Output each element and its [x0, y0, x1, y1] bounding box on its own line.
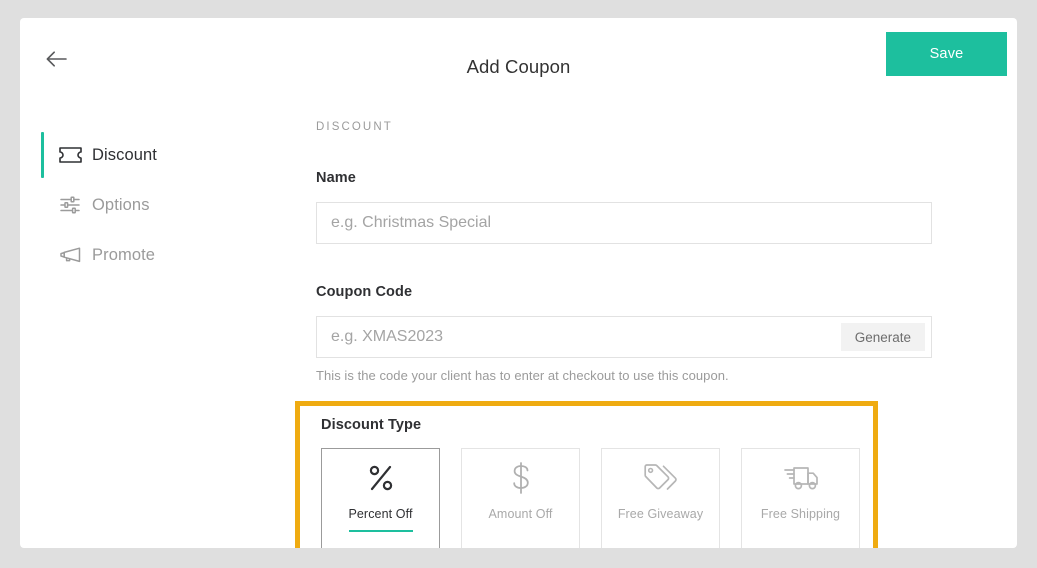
name-field-group: Name	[316, 170, 932, 244]
sidebar-item-discount[interactable]: Discount	[20, 130, 270, 180]
discount-type-label: Discount Type	[321, 417, 422, 433]
coupon-code-input-wrapper: Generate	[316, 316, 932, 358]
discount-type-free-shipping[interactable]: Free Shipping	[741, 448, 860, 548]
discount-type-amount-off[interactable]: Amount Off	[461, 448, 580, 548]
sidebar-item-options[interactable]: Options	[20, 180, 270, 230]
ticket-icon	[58, 143, 82, 167]
active-indicator	[41, 132, 44, 178]
sidebar-nav: Discount Options Promote	[20, 130, 270, 280]
megaphone-icon	[58, 243, 82, 267]
discount-type-options: Percent Off Amount Off Free Giveaway Fre…	[321, 448, 861, 548]
discount-type-free-giveaway[interactable]: Free Giveaway	[601, 448, 720, 548]
name-input[interactable]	[316, 202, 932, 244]
discount-type-option-label: Free Giveaway	[617, 507, 704, 521]
tags-icon	[642, 449, 680, 507]
discount-type-option-label: Amount Off	[488, 507, 553, 521]
discount-type-section: Discount Type Percent Off Amount Off Fre…	[321, 417, 861, 548]
discount-type-highlight: Discount Type Percent Off Amount Off Fre…	[295, 401, 878, 548]
name-label: Name	[316, 170, 356, 186]
coupon-editor-card: Add Coupon Save Discount Options Promote…	[20, 18, 1017, 548]
dollar-icon	[505, 449, 537, 507]
sliders-icon	[58, 193, 82, 217]
percent-icon	[365, 449, 397, 507]
discount-type-option-label: Free Shipping	[760, 507, 841, 521]
sidebar-item-promote[interactable]: Promote	[20, 230, 270, 280]
header-bar: Add Coupon Save	[20, 18, 1017, 88]
save-button[interactable]: Save	[886, 32, 1007, 76]
sidebar-item-label: Promote	[92, 245, 156, 264]
page-title: Add Coupon	[466, 56, 571, 77]
selected-underline	[348, 530, 413, 532]
discount-type-percent-off[interactable]: Percent Off	[321, 448, 440, 548]
coupon-code-help-text: This is the code your client has to ente…	[316, 368, 729, 383]
section-eyebrow: DISCOUNT	[316, 121, 393, 133]
sidebar-item-label: Discount	[92, 145, 157, 164]
coupon-code-field-group: Coupon Code Generate This is the code yo…	[316, 284, 932, 383]
sidebar-item-label: Options	[92, 195, 150, 214]
generate-button[interactable]: Generate	[840, 323, 925, 351]
coupon-code-input[interactable]	[316, 316, 932, 358]
discount-type-option-label: Percent Off	[348, 507, 413, 521]
delivery-truck-icon	[781, 449, 821, 507]
coupon-code-label: Coupon Code	[316, 284, 413, 300]
